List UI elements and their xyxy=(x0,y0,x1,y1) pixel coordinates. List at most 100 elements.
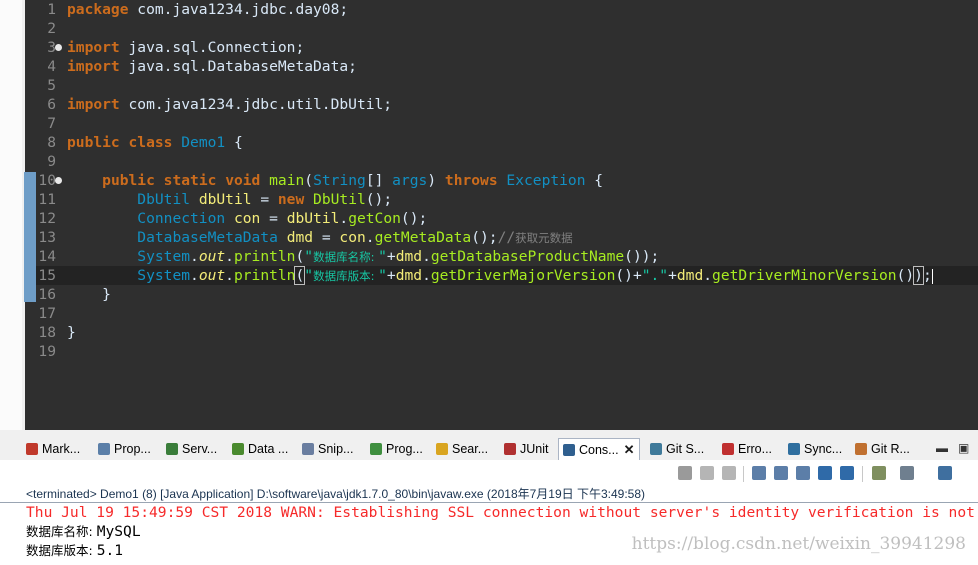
code-line[interactable]: 13 DatabaseMetaData dmd = con.getMetaDat… xyxy=(36,228,978,247)
line-number: 16 xyxy=(38,286,56,303)
code-line[interactable]: 7 xyxy=(36,114,978,133)
scroll-lock-icon[interactable] xyxy=(774,466,788,480)
line-source: System.out.println("数据库版本: "+dmd.getDriv… xyxy=(67,266,933,286)
code-token: String xyxy=(313,172,366,189)
view-tab[interactable]: Prop... xyxy=(98,438,151,460)
code-line[interactable]: 17 xyxy=(36,304,978,323)
view-tab-bar: ▬ ▣ Mark... Prop... Serv... Data ... Snip...… xyxy=(0,438,978,461)
code-token: getDriverMajorVersion xyxy=(430,267,616,284)
minimize-icon[interactable]: ▬ xyxy=(936,441,948,455)
view-tab[interactable]: Sear... xyxy=(436,438,488,460)
code-line[interactable]: 6 import com.java1234.jdbc.util.DbUtil; xyxy=(36,95,978,114)
line-source: DatabaseMetaData dmd = con.getMetaData()… xyxy=(67,228,572,248)
code-line[interactable]: 14 System.out.println("数据库名称: "+dmd.getD… xyxy=(36,247,978,266)
code-token: { xyxy=(585,172,604,189)
line-number: 3 xyxy=(47,39,56,56)
remove-launch-icon[interactable] xyxy=(700,466,714,480)
code-line[interactable]: 8 public class Demo1 { xyxy=(36,133,978,152)
remove-all-terminated-icon[interactable] xyxy=(722,466,736,480)
view-tab-label: Sear... xyxy=(452,442,489,456)
code-line[interactable]: 4 import java.sql.DatabaseMetaData; xyxy=(36,57,978,76)
view-splitter[interactable] xyxy=(0,430,978,438)
launch-status: <terminated> Demo1 (8) [Java Application… xyxy=(26,487,646,501)
code-token: " xyxy=(304,248,314,265)
view-tab[interactable]: Serv... xyxy=(166,438,217,460)
code-line[interactable]: 18} xyxy=(36,323,978,342)
view-tab[interactable]: Data ... xyxy=(232,438,288,460)
show-on-error-icon[interactable] xyxy=(840,466,854,480)
code-token: = xyxy=(260,210,287,227)
view-tab[interactable]: JUnit xyxy=(504,438,548,460)
bottom-panel: ▬ ▣ Mark... Prop... Serv... Data ... Snip...… xyxy=(0,438,978,565)
code-line[interactable]: 15 System.out.println("数据库版本: "+dmd.getD… xyxy=(36,266,978,285)
code-token: 数据库名称: xyxy=(313,250,379,264)
code-token: ( xyxy=(295,248,305,265)
code-token: main xyxy=(269,172,305,189)
view-tab-label: Erro... xyxy=(738,442,773,456)
maximize-icon[interactable]: ▣ xyxy=(958,441,969,455)
view-tab[interactable]: Erro... xyxy=(722,438,772,460)
pin-console-icon[interactable] xyxy=(872,466,886,480)
view-tab[interactable]: Mark... xyxy=(26,438,80,460)
code-token: . xyxy=(422,267,431,284)
code-lines[interactable]: 1 package com.java1234.jdbc.day08; 2 3 impor… xyxy=(36,0,978,361)
code-line[interactable]: 3 import java.sql.Connection; xyxy=(36,38,978,57)
view-tab[interactable]: Prog... xyxy=(370,438,423,460)
code-line[interactable]: 10 public static void main(String[] args… xyxy=(36,171,978,190)
fold-toggle-icon[interactable] xyxy=(55,177,62,184)
show-on-output-icon[interactable] xyxy=(818,466,832,480)
code-token: System xyxy=(137,248,191,265)
code-line[interactable]: 5 xyxy=(36,76,978,95)
code-token: + xyxy=(386,248,396,265)
line-source: import java.sql.DatabaseMetaData; xyxy=(67,57,357,76)
word-wrap-icon[interactable] xyxy=(796,466,810,480)
view-tab[interactable]: Git R... xyxy=(855,438,910,460)
data-source-icon xyxy=(232,443,244,455)
code-editor[interactable]: 1 package com.java1234.jdbc.day08; 2 3 impor… xyxy=(0,0,978,430)
servers-icon xyxy=(166,443,178,455)
code-token: void xyxy=(225,172,261,189)
toolbar-separator xyxy=(743,466,744,482)
code-token: ; xyxy=(922,267,932,284)
line-source: } xyxy=(67,285,111,304)
view-tab[interactable]: Sync... xyxy=(788,438,842,460)
code-line[interactable]: 11 DbUtil dbUtil = new DbUtil(); xyxy=(36,190,978,209)
line-number: 19 xyxy=(38,343,56,360)
terminate-icon[interactable] xyxy=(678,466,692,480)
text-caret xyxy=(931,268,933,284)
view-tab-label: Git R... xyxy=(871,442,910,456)
code-token: getDriverMinorVersion xyxy=(712,267,897,284)
progress-icon xyxy=(370,443,382,455)
code-line[interactable]: 1 package com.java1234.jdbc.day08; xyxy=(36,0,978,19)
code-token: ()); xyxy=(624,248,660,265)
code-line[interactable]: 9 xyxy=(36,152,978,171)
view-tab[interactable]: Snip... xyxy=(302,438,353,460)
open-console-icon[interactable] xyxy=(938,466,952,480)
code-line[interactable]: 2 xyxy=(36,19,978,38)
line-number: 7 xyxy=(47,115,56,132)
close-icon[interactable]: ✕ xyxy=(624,442,635,458)
code-line[interactable]: 16 } xyxy=(36,285,978,304)
code-token: throws xyxy=(444,172,498,189)
clear-console-icon[interactable] xyxy=(752,466,766,480)
code-token: new xyxy=(277,191,305,208)
view-tab-label: Mark... xyxy=(42,442,81,456)
code-line[interactable]: 19 xyxy=(36,342,978,361)
code-line[interactable]: 12 Connection con = dbUtil.getCon(); xyxy=(36,209,978,228)
code-token: + xyxy=(668,267,677,284)
line-source: Connection con = dbUtil.getCon(); xyxy=(67,209,427,228)
code-token: out xyxy=(198,248,226,265)
view-tab[interactable]: Cons... ✕ xyxy=(558,438,640,460)
view-tab[interactable]: Git S... xyxy=(650,438,704,460)
code-token: " xyxy=(304,267,314,284)
display-console-icon[interactable] xyxy=(900,466,914,480)
code-token: + xyxy=(386,267,396,284)
code-token: ) xyxy=(427,172,445,189)
code-token: . xyxy=(190,267,199,284)
code-token: dmd xyxy=(395,248,423,265)
fold-toggle-icon[interactable] xyxy=(55,44,62,51)
